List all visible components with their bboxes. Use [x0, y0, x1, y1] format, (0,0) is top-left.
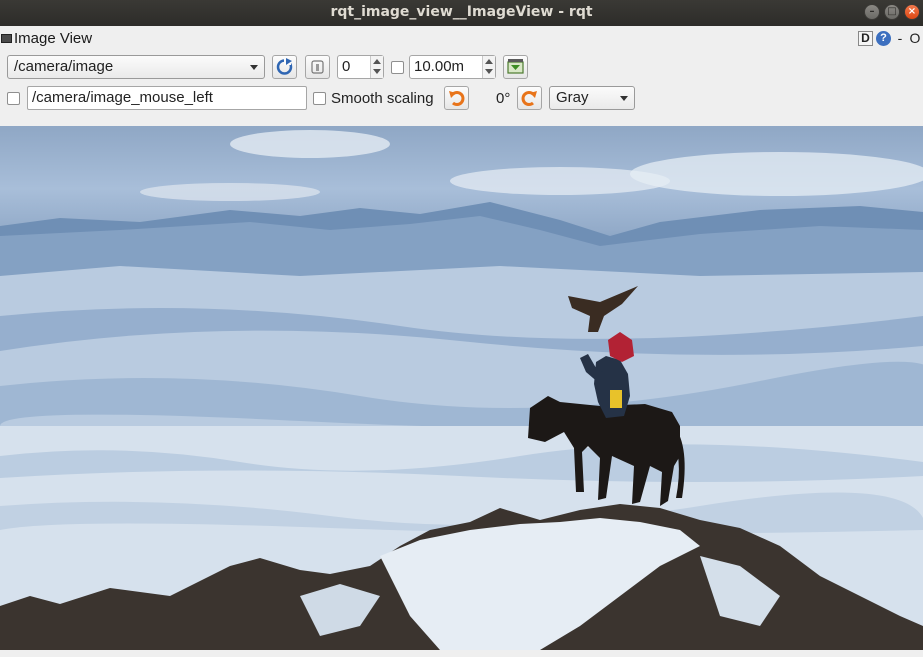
window-title: rqt_image_view__ImageView - rqt: [330, 4, 593, 20]
rotate-left-icon: [449, 91, 465, 106]
rotate-right-icon: [521, 91, 537, 106]
minimize-button[interactable]: –: [864, 4, 880, 20]
color-mode-value: Gray: [556, 89, 589, 106]
timeout-spinbox[interactable]: 10.00m: [409, 55, 496, 79]
mouse-topic-field[interactable]: /camera/image_mouse_left: [27, 86, 307, 110]
mouse-topic-value: /camera/image_mouse_left: [32, 89, 213, 106]
image-display[interactable]: [0, 126, 923, 650]
zoom-icon: [311, 60, 324, 74]
maximize-button[interactable]: □: [884, 4, 900, 20]
camera-image: [0, 130, 923, 650]
dock-button[interactable]: D: [858, 30, 873, 46]
topic-select-value: /camera/image: [14, 58, 114, 75]
chevron-down-icon: [620, 96, 628, 101]
window-titlebar: rqt_image_view__ImageView - rqt – □ ×: [0, 0, 923, 26]
decimation-spinbox[interactable]: 0: [337, 55, 384, 79]
chevron-down-icon: [250, 65, 258, 70]
refresh-icon: [276, 58, 293, 75]
close-plugin-button[interactable]: O: [909, 30, 921, 46]
window-controls: – □ ×: [864, 4, 920, 20]
rotate-left-button[interactable]: [444, 86, 469, 110]
smooth-scaling-checkbox[interactable]: [313, 92, 326, 105]
chevron-down-icon: [373, 69, 381, 74]
plugin-icon: [1, 34, 12, 43]
save-image-button[interactable]: [503, 55, 528, 79]
rotation-label: 0°: [496, 90, 511, 107]
save-image-icon: [507, 59, 524, 74]
chevron-up-icon: [485, 59, 493, 64]
decimation-value: 0: [342, 58, 351, 75]
plugin-header: Image View D ? - O: [0, 27, 923, 51]
chevron-up-icon: [373, 59, 381, 64]
mouse-publish-checkbox[interactable]: [7, 92, 20, 105]
help-icon[interactable]: ?: [876, 30, 891, 46]
spin-arrows[interactable]: [370, 56, 383, 78]
status-area: [0, 650, 923, 657]
chevron-down-icon: [485, 69, 493, 74]
color-mode-select[interactable]: Gray: [549, 86, 635, 110]
plugin-header-buttons: D ? - O: [858, 30, 921, 46]
minimize-plugin-button[interactable]: -: [894, 30, 906, 46]
zoom-1-button[interactable]: [305, 55, 330, 79]
rotate-right-button[interactable]: [517, 86, 542, 110]
dynamic-range-checkbox[interactable]: [391, 61, 404, 74]
timeout-value: 10.00m: [414, 58, 465, 75]
close-button[interactable]: ×: [904, 4, 920, 20]
plugin-title: Image View: [14, 30, 93, 47]
topic-select[interactable]: /camera/image: [7, 55, 265, 79]
smooth-scaling-label: Smooth scaling: [331, 90, 434, 107]
refresh-topics-button[interactable]: [272, 55, 297, 79]
spin-arrows[interactable]: [482, 56, 495, 78]
